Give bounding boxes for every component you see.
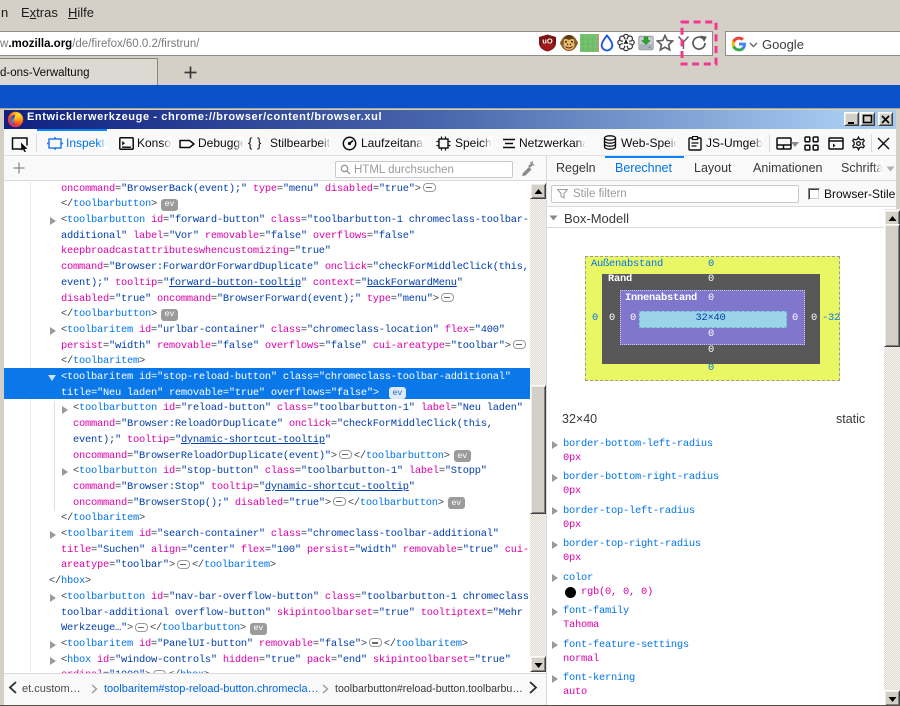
svg-text:uO: uO xyxy=(542,37,553,46)
